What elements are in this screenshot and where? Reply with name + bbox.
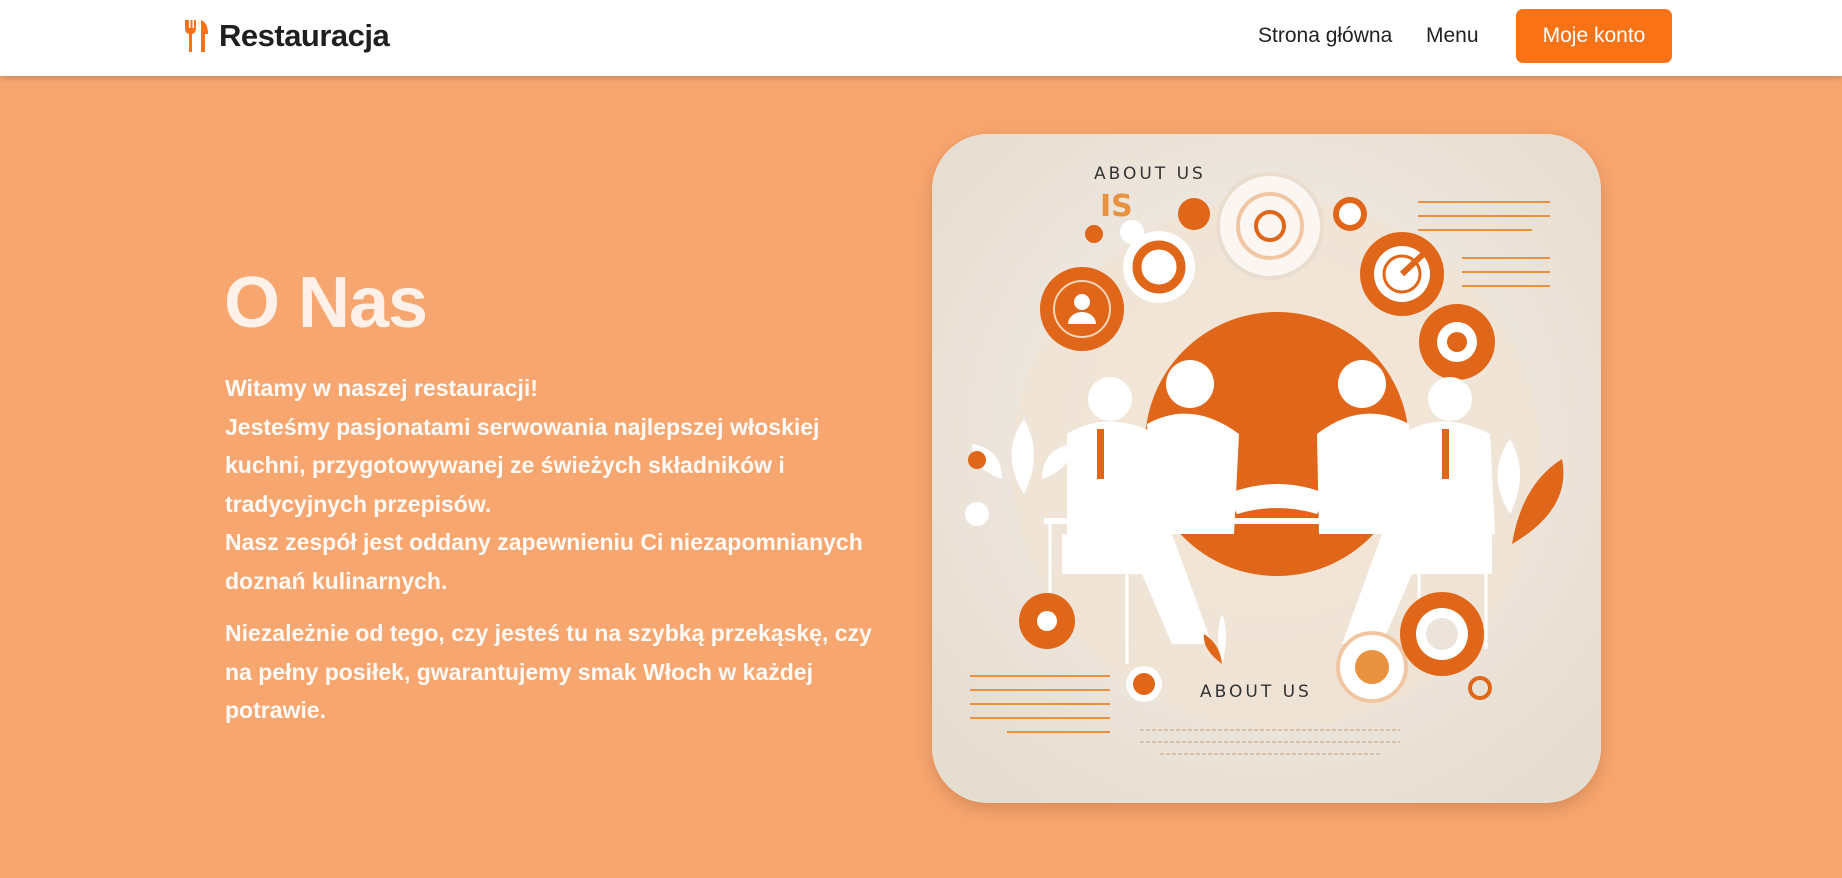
fork-knife-icon bbox=[184, 20, 208, 52]
brand-name: Restauracja bbox=[219, 18, 390, 53]
about-us-illustration: ABOUT US IS ABOUT US bbox=[932, 134, 1601, 803]
top-caption: ABOUT US bbox=[1094, 164, 1206, 184]
svg-text:IS: IS bbox=[1100, 189, 1133, 224]
nav-menu-link[interactable]: Menu bbox=[1426, 24, 1479, 48]
brand-logo-link[interactable]: Restauracja bbox=[183, 18, 390, 54]
about-text: Witamy w naszej restauracji! Jesteśmy pa… bbox=[225, 369, 905, 730]
illustration-graphic: ABOUT US IS ABOUT US bbox=[932, 134, 1601, 803]
bottom-caption: ABOUT US bbox=[1200, 682, 1312, 702]
passion-line: Jesteśmy pasjonatami serwowania najlepsz… bbox=[225, 413, 820, 517]
about-paragraph-1: Witamy w naszej restauracji! Jesteśmy pa… bbox=[225, 369, 905, 600]
team-line: Nasz zespół jest oddany zapewnieniu Ci n… bbox=[225, 529, 863, 594]
nav-home-link[interactable]: Strona główna bbox=[1258, 24, 1392, 48]
welcome-line: Witamy w naszej restauracji! bbox=[225, 375, 538, 401]
about-paragraph-2: Niezależnie od tego, czy jesteś tu na sz… bbox=[225, 620, 872, 723]
my-account-button[interactable]: Moje konto bbox=[1516, 9, 1672, 63]
navbar: Restauracja Strona główna Menu Moje kont… bbox=[0, 0, 1842, 76]
page-title: O Nas bbox=[224, 263, 428, 343]
